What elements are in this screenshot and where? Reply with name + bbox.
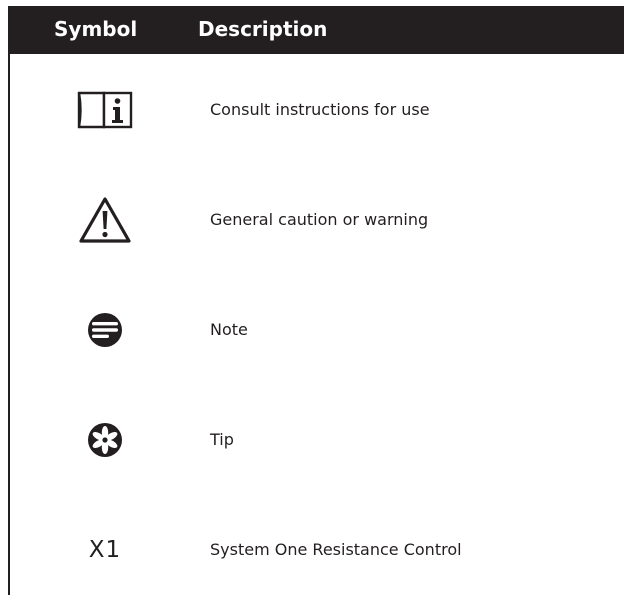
symbols-table: Symbol Description Consult instructions … <box>8 6 624 595</box>
table-row: Consult instructions for use <box>10 90 624 130</box>
symbol-cell <box>50 420 160 460</box>
table-row: Note <box>10 310 624 350</box>
table-row: X1 System One Resistance Control <box>10 530 624 570</box>
tip-icon <box>88 423 122 457</box>
header-description: Description <box>198 17 328 41</box>
row-description: General caution or warning <box>210 210 429 229</box>
symbol-cell <box>50 310 160 350</box>
row-description: Note <box>210 320 248 339</box>
x1-symbol: X1 <box>88 537 122 563</box>
row-description: Consult instructions for use <box>210 100 430 119</box>
table-row: General caution or warning <box>10 197 624 243</box>
header-symbol: Symbol <box>54 17 138 41</box>
symbol-cell <box>50 90 160 130</box>
row-description: Tip <box>210 430 234 449</box>
symbol-cell <box>50 197 160 243</box>
symbol-cell: X1 <box>50 530 160 570</box>
note-icon <box>88 313 122 347</box>
table-row: Tip <box>10 420 624 460</box>
consult-instructions-icon <box>77 91 133 129</box>
caution-warning-icon <box>79 197 131 243</box>
table-header: Symbol Description <box>8 6 624 54</box>
row-description: System One Resistance Control <box>210 540 462 559</box>
